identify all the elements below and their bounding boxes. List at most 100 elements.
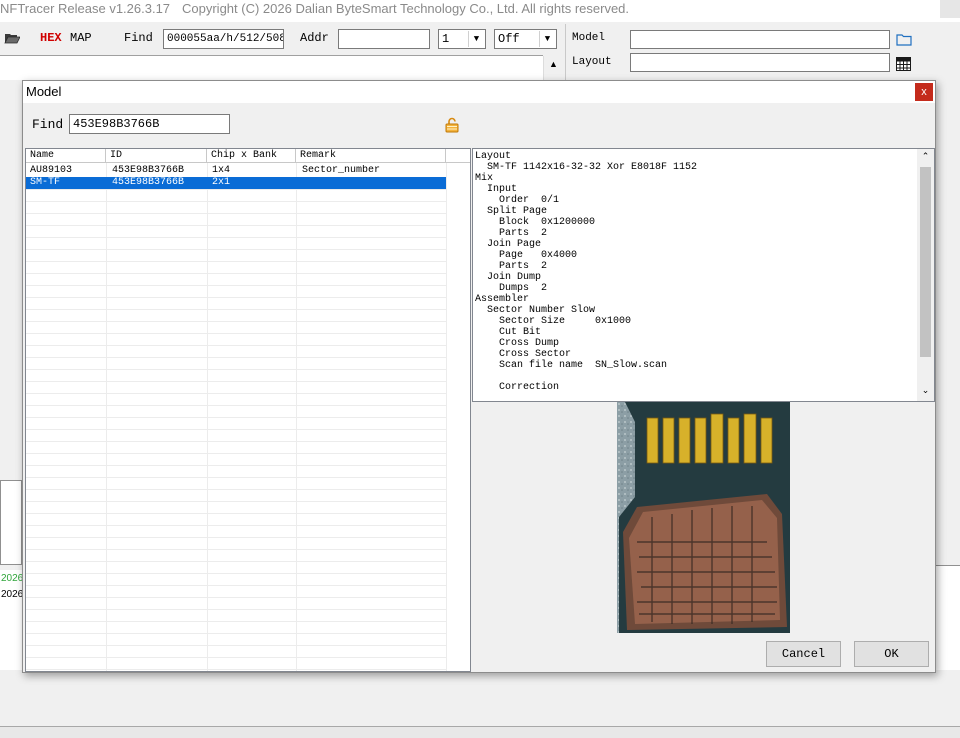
column-header-name[interactable]: Name	[26, 149, 106, 163]
grid-row-line	[26, 597, 446, 598]
grid-row-line	[26, 249, 446, 250]
dialog-find-input[interactable]: 453E98B3766B	[69, 114, 230, 134]
page-select[interactable]: 1 ▼	[438, 29, 486, 49]
chip-photo	[617, 402, 790, 633]
dialog-title: Model	[26, 84, 62, 99]
grid-row-line	[26, 669, 446, 670]
grid-row-line	[26, 189, 446, 190]
hex-view-scrollbar[interactable]: ▲	[543, 56, 563, 80]
cell-id: 453E98B3766B	[112, 165, 185, 176]
grid-row-line	[26, 417, 446, 418]
grid-column-line	[446, 163, 447, 671]
grid-row-line	[26, 453, 446, 454]
grid-row-line	[26, 333, 446, 334]
cell-name: AU89103	[30, 165, 73, 176]
ok-button[interactable]: OK	[854, 641, 929, 667]
find-input[interactable]: 000055aa/h/512/508	[163, 29, 284, 49]
grid-row-line	[26, 621, 446, 622]
chevron-down-icon[interactable]: ▼	[468, 31, 484, 47]
grid-row-line	[26, 585, 446, 586]
model-dialog: Model x Find 453E98B3766B Name ID Chip x…	[22, 80, 936, 673]
grid-row-line	[26, 513, 446, 514]
grid-row-line	[26, 573, 446, 574]
grid-row-line	[26, 609, 446, 610]
grid-row-line	[26, 525, 446, 526]
grid-row-line	[26, 561, 446, 562]
grid-row-line	[26, 501, 446, 502]
grid-row-line	[26, 369, 446, 370]
grid-row-line	[26, 273, 446, 274]
close-icon[interactable]: x	[915, 83, 933, 101]
grid-row-line	[26, 645, 446, 646]
layout-input[interactable]	[630, 53, 890, 72]
main-toolbar: HEX MAP Find 000055aa/h/512/508 Addr 1 ▼…	[0, 24, 565, 54]
folder-open-icon[interactable]	[4, 32, 20, 44]
folder-icon[interactable]	[896, 33, 912, 46]
cell-name: SM-TF	[30, 177, 61, 188]
grid-row-line	[26, 309, 446, 310]
scroll-thumb[interactable]	[920, 167, 931, 357]
table-row-selected[interactable]: SM-TF 453E98B3766B 2x1	[26, 177, 446, 189]
chevron-down-icon[interactable]: ▼	[539, 31, 555, 47]
chevron-up-icon[interactable]: ⌃	[917, 151, 934, 165]
grid-row-line	[26, 213, 446, 214]
layout-label: Layout	[572, 56, 612, 68]
dialog-find-label: Find	[32, 117, 64, 132]
app-copyright: Copyright (C) 2026 Dalian ByteSmart Tech…	[182, 1, 630, 16]
layout-details-text: Layout SM-TF 1142x16-32-32 Xor E8018F 11…	[475, 151, 698, 393]
addr-label: Addr	[300, 31, 329, 45]
app-titlebar: NFTracer Release v1.26.3.17 Copyright (C…	[0, 0, 960, 22]
grid-row-line	[26, 657, 446, 658]
layout-details[interactable]: Layout SM-TF 1142x16-32-32 Xor E8018F 11…	[472, 148, 935, 402]
grid-row-line	[26, 237, 446, 238]
app-title: NFTracer Release v1.26.3.17	[0, 1, 171, 16]
cell-chip-bank: 2x1	[212, 177, 231, 188]
grid-row-line	[26, 477, 446, 478]
model-label: Model	[572, 32, 606, 44]
cell-remark: Sector_number	[302, 165, 381, 176]
grid-row-line	[26, 381, 446, 382]
list-header: Name ID Chip x Bank Remark	[26, 149, 470, 163]
column-header-id[interactable]: ID	[106, 149, 207, 163]
status-bar	[0, 726, 960, 738]
cell-remark	[298, 177, 446, 189]
chevron-up-icon[interactable]: ▲	[549, 59, 558, 69]
addr-input[interactable]	[338, 29, 430, 49]
map-mode-button[interactable]: MAP	[70, 31, 92, 45]
log-line: 2026	[1, 589, 24, 600]
model-list[interactable]: Name ID Chip x Bank Remark AU89103 453E9…	[25, 148, 471, 672]
grid-row-line	[26, 405, 446, 406]
grid-row-line	[26, 261, 446, 262]
grid-row-line	[26, 465, 446, 466]
mode-select-value: Off	[498, 32, 520, 46]
column-header-remark[interactable]: Remark	[296, 149, 446, 163]
grid-row-line	[26, 225, 446, 226]
right-lower-panel	[936, 565, 960, 670]
window-control-button[interactable]	[940, 0, 960, 18]
dialog-titlebar: Model x	[23, 81, 935, 103]
log-line: 2026	[1, 573, 24, 584]
log-panel: 2026 2026	[0, 570, 24, 670]
grid-row-line	[26, 549, 446, 550]
page-select-value: 1	[442, 32, 450, 46]
grid-row-line	[26, 441, 446, 442]
unlock-icon[interactable]	[444, 117, 460, 133]
grid-row-line	[26, 393, 446, 394]
grid-row-line	[26, 429, 446, 430]
hex-view-area[interactable]	[0, 56, 543, 80]
grid-row-line	[26, 345, 446, 346]
column-header-chip-bank[interactable]: Chip x Bank	[207, 149, 296, 163]
cancel-button[interactable]: Cancel	[766, 641, 841, 667]
layout-scrollbar[interactable]: ⌃ ⌄	[917, 149, 934, 401]
side-panel	[0, 480, 22, 565]
model-input[interactable]	[630, 30, 890, 49]
chevron-down-icon[interactable]: ⌄	[917, 385, 934, 399]
mode-select[interactable]: Off ▼	[494, 29, 557, 49]
cell-id: 453E98B3766B	[112, 177, 185, 188]
hex-mode-button[interactable]: HEX	[40, 31, 62, 45]
model-panel: Model Layout	[565, 24, 960, 80]
table-row[interactable]: AU89103 453E98B3766B 1x4 Sector_number	[26, 165, 446, 177]
grid-row-line	[26, 297, 446, 298]
grid-icon[interactable]	[896, 57, 911, 71]
find-label: Find	[124, 31, 153, 45]
